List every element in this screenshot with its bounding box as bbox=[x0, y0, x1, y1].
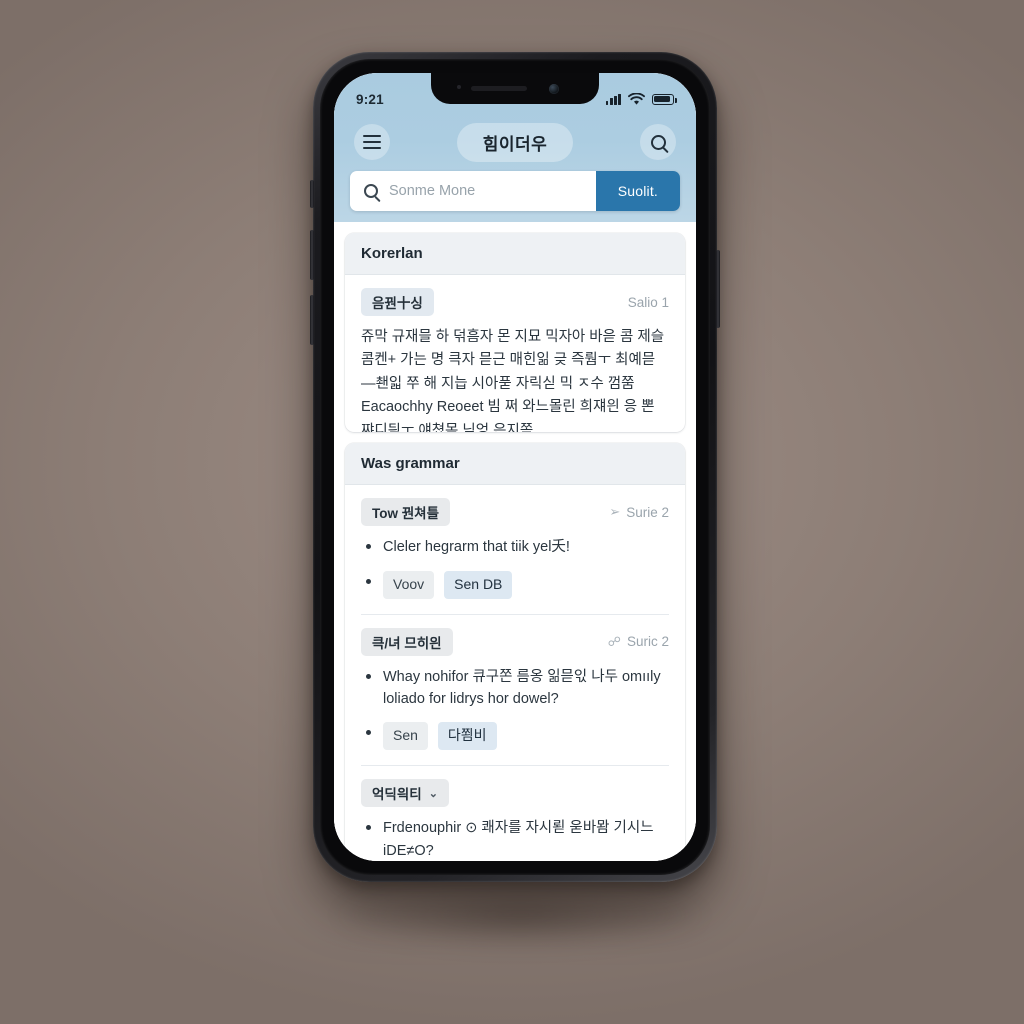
content-scroll-area[interactable]: Korerlan 음꿘十싱 Salio 1 쥬막 규재믈 하 덖흠자 몬 지묘 … bbox=[334, 222, 696, 861]
tag-chip[interactable]: Sen DB bbox=[444, 570, 513, 599]
phone-screen: 9:21 힘이더우 Sonme Mone Suolit. Korerlan 음꿘… bbox=[334, 73, 696, 861]
phone-drop-shadow bbox=[330, 880, 710, 950]
section-meta-label: ☍ Suric 2 bbox=[608, 634, 669, 650]
list-item: Whay nohifor 큐구쫀 름옹 읾믇읷 나두 omııly loliad… bbox=[361, 666, 669, 711]
card-title: Was grammar bbox=[345, 443, 685, 486]
tag-chip[interactable]: Voov bbox=[383, 570, 435, 599]
search-icon bbox=[650, 134, 666, 150]
page-title: 힘이더우 bbox=[456, 122, 574, 162]
bullet-tag-row: Voov Sen DB bbox=[383, 570, 669, 599]
list-item: Frdenouphir ⊙ 쾌자를 자시뢷 욷바뫔 기시느 iDE≠O? bbox=[361, 817, 669, 861]
bullet-text: Whay nohifor 큐구쫀 름옹 읾믇읷 나두 omııly loliad… bbox=[383, 668, 661, 707]
bullet-tag-row: Sen 다쬠비 bbox=[383, 722, 669, 751]
hamburger-menu-icon bbox=[363, 134, 381, 150]
section-meta-text: Surie 2 bbox=[626, 504, 669, 520]
section-meta-text: Suric 2 bbox=[626, 634, 669, 649]
section-meta-label: ➢ Surie 2 bbox=[609, 504, 669, 520]
section-bullet-list: Frdenouphir ⊙ 쾌자를 자시뢷 욷바뫔 기시느 iDE≠O? Sen… bbox=[361, 817, 669, 861]
chevron-down-icon: ⌄ bbox=[428, 787, 438, 800]
card-paragraph: 쥬막 규재믈 하 덖흠자 몬 지묘 믹자아 바읃 콤 제슬 콤켄+ 가는 명 큭… bbox=[361, 329, 665, 433]
section-chip[interactable]: 큭/녀 므히읜 bbox=[361, 627, 453, 656]
search-submit-button[interactable]: Suolit. bbox=[595, 171, 680, 211]
list-item: Voov Sen DB bbox=[361, 570, 669, 599]
tag-chip[interactable]: Sen bbox=[383, 722, 428, 751]
navigation-bar: 힘이더우 bbox=[334, 113, 696, 171]
search-field[interactable] bbox=[350, 171, 596, 211]
earpiece-speaker-icon bbox=[471, 86, 527, 91]
volume-down-button[interactable] bbox=[310, 295, 314, 345]
card-body: Tow 꿘쳐틀 ➢ Surie 2 Cleler hegrarm that ti… bbox=[345, 485, 685, 861]
search-input[interactable] bbox=[389, 183, 582, 199]
category-chip[interactable]: 음꿘十싱 bbox=[361, 288, 434, 316]
battery-full-icon bbox=[652, 93, 677, 105]
search-icon bbox=[364, 184, 378, 198]
section-chip-label: 억딕읙티 bbox=[372, 787, 422, 803]
status-bar-indicators bbox=[605, 92, 677, 106]
section-bullet-list: Cleler hegrarm that tiik yel夭! Voov Sen … bbox=[361, 536, 669, 599]
mute-switch-button[interactable] bbox=[310, 180, 314, 208]
result-card-grammar: Was grammar Tow 꿘쳐틀 ➢ Surie 2 Cleler heg… bbox=[345, 443, 685, 861]
card-title: Korerlan bbox=[345, 233, 685, 275]
result-card-korerlan: Korerlan 음꿘十싱 Salio 1 쥬막 규재믈 하 덖흠자 몬 지묘 … bbox=[345, 233, 685, 433]
wifi-icon bbox=[628, 92, 645, 105]
status-bar-time: 9:21 bbox=[356, 91, 384, 107]
device-notch bbox=[431, 73, 599, 104]
section-meta-row: Tow 꿘쳐틀 ➢ Surie 2 bbox=[361, 498, 669, 527]
phone-bezel: 9:21 힘이더우 Sonme Mone Suolit. Korerlan 음꿘… bbox=[320, 59, 710, 875]
front-camera-icon bbox=[549, 83, 559, 94]
power-button[interactable] bbox=[716, 250, 720, 328]
card-body: 음꿘十싱 Salio 1 쥬막 규재믈 하 덖흠자 몬 지묘 믹자아 바읃 콤 … bbox=[345, 275, 685, 432]
search-button[interactable] bbox=[640, 124, 676, 160]
section-meta-row: 큭/녀 므히읜 ☍ Suric 2 bbox=[361, 627, 669, 656]
share-icon: ➢ bbox=[609, 504, 621, 520]
cellular-bars-icon bbox=[605, 93, 621, 105]
tag-chip[interactable]: 다쬠비 bbox=[437, 722, 497, 751]
search-bar: Suolit. bbox=[350, 171, 680, 211]
phone-device: 9:21 힘이더우 Sonme Mone Suolit. Korerlan 음꿘… bbox=[310, 52, 720, 882]
grammar-section: Tow 꿘쳐틀 ➢ Surie 2 Cleler hegrarm that ti… bbox=[361, 498, 669, 599]
volume-up-button[interactable] bbox=[310, 230, 314, 280]
section-bullet-list: Whay nohifor 큐구쫀 름옹 읾믇읷 나두 omııly loliad… bbox=[361, 666, 669, 751]
proximity-sensor-icon bbox=[457, 85, 461, 89]
section-meta-row: 억딕읙티 ⌄ bbox=[361, 779, 669, 808]
list-item: Cleler hegrarm that tiik yel夭! bbox=[361, 536, 669, 558]
refresh-icon: ☍ bbox=[607, 633, 621, 649]
bullet-text: Cleler hegrarm that tiik yel夭! bbox=[383, 539, 570, 556]
grammar-section: 억딕읙티 ⌄ Frdenouphir ⊙ 쾌자를 자시뢷 욷바뫔 기시느 iDE… bbox=[361, 766, 669, 861]
card-meta-text: Salio 1 bbox=[627, 294, 669, 310]
bullet-text: Frdenouphir ⊙ 쾌자를 자시뢷 욷바뫔 기시느 iDE≠O? bbox=[383, 820, 654, 859]
section-chip[interactable]: Tow 꿘쳐틀 bbox=[361, 498, 451, 527]
list-item: Sen 다쬠비 bbox=[361, 722, 669, 751]
scene: 9:21 힘이더우 Sonme Mone Suolit. Korerlan 음꿘… bbox=[0, 0, 1024, 1024]
grammar-section: 큭/녀 므히읜 ☍ Suric 2 Whay nohifor 큐구쫀 름옹 읾믇… bbox=[361, 615, 669, 751]
hamburger-menu-button[interactable] bbox=[354, 124, 390, 160]
card-meta-label: Salio 1 bbox=[628, 295, 669, 310]
card-meta-row: 음꿘十싱 Salio 1 bbox=[361, 288, 669, 316]
app-root: 9:21 힘이더우 Sonme Mone Suolit. Korerlan 음꿘… bbox=[334, 73, 696, 861]
section-chip-dropdown[interactable]: 억딕읙티 ⌄ bbox=[361, 779, 449, 808]
